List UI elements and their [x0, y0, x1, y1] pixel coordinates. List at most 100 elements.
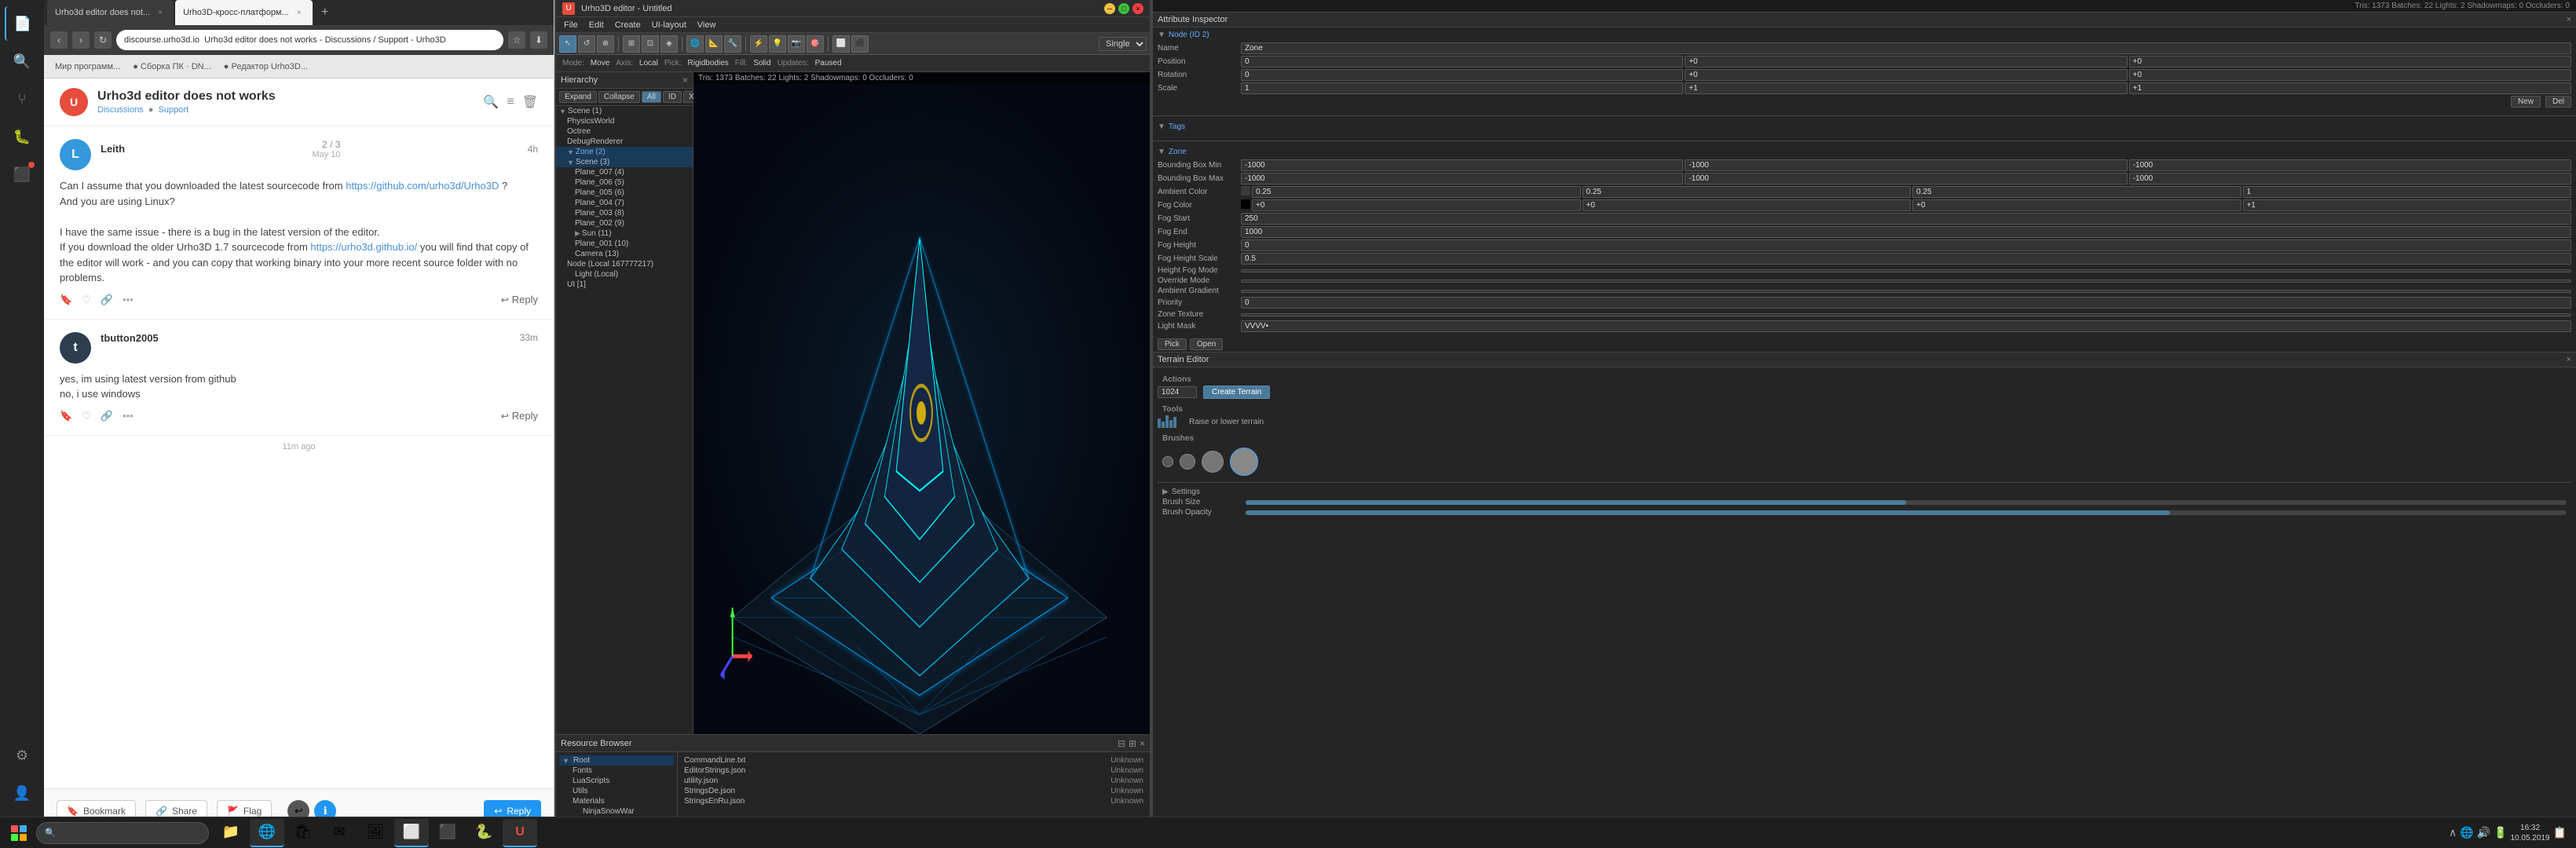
zone-bbox-min-x[interactable]: -1000 — [1241, 159, 1683, 171]
tab-1[interactable]: Urho3D-кросс-платформ... × — [175, 0, 313, 25]
res-lua[interactable]: LuaScripts — [559, 776, 674, 786]
zone-fog-height-value[interactable]: 0 — [1241, 239, 2571, 251]
taskbar-photos[interactable]: 🖼 — [358, 819, 393, 847]
tags-expand-icon[interactable]: ▼ — [1158, 122, 1165, 131]
terrain-editor-close[interactable]: × — [2567, 355, 2571, 364]
toolbar-scale-btn[interactable]: ⊕ — [597, 35, 614, 53]
hierarchy-close[interactable]: × — [682, 75, 688, 86]
brush-1[interactable] — [1162, 456, 1173, 467]
brush-opacity-slider[interactable] — [1246, 510, 2567, 515]
zone-expand-icon[interactable]: ▼ — [1158, 148, 1165, 156]
tree-node-local[interactable]: Node (Local 167777217) — [556, 259, 693, 269]
menu-ui-layout[interactable]: UI-layout — [647, 20, 691, 31]
file-2[interactable]: EditorStrings.json Unknown — [681, 766, 1147, 776]
file-3[interactable]: utility.json Unknown — [681, 776, 1147, 786]
post-2-heart[interactable]: ♡ — [82, 410, 91, 422]
close-button[interactable]: × — [1132, 3, 1143, 14]
taskbar-store[interactable]: 🛍 — [286, 819, 320, 847]
pick-button[interactable]: Pick — [1158, 338, 1187, 350]
post-1-more[interactable]: ••• — [123, 294, 134, 305]
zone-height-fog-mode-value[interactable] — [1241, 269, 2571, 272]
search-icon[interactable]: 🔍 — [483, 94, 499, 110]
post-2-reply-button[interactable]: ↩ Reply — [501, 410, 538, 422]
zone-ambient-b[interactable]: 0.25 — [1912, 186, 2241, 198]
node-rot-x[interactable]: 0 — [1241, 69, 1683, 81]
node-pos-z[interactable]: +0 — [2129, 56, 2571, 68]
zone-fog-a[interactable]: +1 — [2243, 199, 2572, 211]
zone-bbox-max-z[interactable]: -1000 — [2129, 173, 2571, 185]
post-2-more[interactable]: ••• — [123, 410, 134, 422]
tree-scene-3[interactable]: ▼ Scene (3) — [556, 157, 693, 167]
taskbar-vscode[interactable]: ⬜ — [394, 819, 429, 847]
file-5[interactable]: StringsEnRu.json Unknown — [681, 796, 1147, 806]
address-input[interactable] — [116, 30, 503, 50]
zone-bbox-min-z[interactable]: -1000 — [2129, 159, 2571, 171]
node-scale-x[interactable]: 1 — [1241, 82, 1683, 94]
node-del-button[interactable]: Del — [2545, 96, 2571, 108]
menu-edit[interactable]: Edit — [584, 20, 609, 31]
axis-value[interactable]: Local — [639, 59, 658, 68]
zone-priority-value[interactable]: 0 — [1241, 297, 2571, 309]
tree-plane005[interactable]: Plane_005 (6) — [556, 188, 693, 198]
tray-network-icon[interactable]: 🌐 — [2460, 826, 2473, 839]
zone-ambient-r[interactable]: 0.25 — [1252, 186, 1581, 198]
toolbar-btn-7[interactable]: 🌐 — [686, 35, 704, 53]
pick-value[interactable]: Rigidbodies — [688, 59, 729, 68]
post-1-bookmark[interactable]: 🔖 — [60, 294, 72, 306]
tray-notification-icon[interactable]: 📋 — [2553, 826, 2567, 839]
brush-size-slider[interactable] — [1246, 500, 2567, 505]
tree-plane004[interactable]: Plane_004 (7) — [556, 198, 693, 208]
taskbar-browser-app[interactable]: 🌐 — [250, 819, 284, 847]
maximize-button[interactable]: □ — [1118, 3, 1129, 14]
toolbar-btn-14[interactable]: ⬜ — [832, 35, 850, 53]
tab-0-close[interactable]: × — [155, 7, 166, 18]
post-2-bookmark[interactable]: 🔖 — [60, 410, 72, 422]
zone-light-mask-value[interactable]: VVVV• — [1241, 320, 2571, 332]
zone-texture-value[interactable] — [1241, 313, 2571, 316]
all-button[interactable]: All — [642, 91, 661, 103]
zone-fog-b[interactable]: +0 — [1912, 199, 2241, 211]
taskbar-mail[interactable]: ✉ — [322, 819, 357, 847]
toolbar-rotate-btn[interactable]: ↺ — [578, 35, 595, 53]
breadcrumb-support[interactable]: Support — [159, 105, 189, 115]
zone-fog-g[interactable]: +0 — [1583, 199, 1912, 211]
expand-button[interactable]: Expand — [559, 91, 597, 103]
node-rot-y[interactable]: +0 — [1685, 69, 2127, 81]
sidebar-account-icon[interactable]: 👤 — [5, 776, 39, 810]
tree-plane002[interactable]: Plane_002 (9) — [556, 218, 693, 228]
toolbar-build-item[interactable]: ● Сборка ПК · DN... — [128, 60, 216, 73]
post-1-link[interactable]: 🔗 — [101, 294, 113, 306]
node-new-button[interactable]: New — [2511, 96, 2541, 108]
tray-volume-icon[interactable]: 🔊 — [2477, 826, 2490, 839]
taskbar-python[interactable]: 🐍 — [467, 819, 501, 847]
node-rot-z[interactable]: +0 — [2129, 69, 2571, 81]
download-button[interactable]: ⬇ — [530, 31, 547, 49]
attr-inspector-close[interactable]: × — [2567, 15, 2571, 24]
post-2-link[interactable]: 🔗 — [101, 410, 113, 422]
toolbar-btn-12[interactable]: 📷 — [788, 35, 805, 53]
tray-battery-icon[interactable]: 🔋 — [2494, 826, 2507, 839]
sidebar-git-icon[interactable]: ⑂ — [5, 82, 39, 116]
tree-plane006[interactable]: Plane_006 (5) — [556, 177, 693, 188]
create-terrain-button[interactable]: Create Terrain — [1203, 386, 1270, 399]
fill-value[interactable]: Solid — [753, 59, 770, 68]
viewport-area[interactable]: Tris: 1373 Batches: 22 Lights: 2 Shadowm… — [693, 72, 1150, 734]
res-ninja[interactable]: NinjaSnowWar — [559, 806, 674, 817]
zone-bbox-max-y[interactable]: -1000 — [1685, 173, 2127, 185]
toolbar-btn-11[interactable]: 💡 — [769, 35, 786, 53]
tree-debug[interactable]: DebugRenderer — [556, 137, 693, 147]
resource-close[interactable]: × — [1140, 738, 1145, 749]
tree-physics[interactable]: PhysicsWorld — [556, 116, 693, 126]
menu-file[interactable]: File — [559, 20, 583, 31]
zone-ambient-gradient-value[interactable] — [1241, 290, 2571, 293]
toolbar-btn-4[interactable]: ⊞ — [623, 35, 640, 53]
file-4[interactable]: StringsDe.json Unknown — [681, 786, 1147, 796]
post-1-link-2[interactable]: https://urho3d.github.io/ — [310, 241, 417, 253]
tray-up-arrow[interactable]: ∧ — [2449, 826, 2457, 839]
zone-fog-end-value[interactable]: 1000 — [1241, 226, 2571, 238]
zone-bbox-min-y[interactable]: -1000 — [1685, 159, 2127, 171]
sidebar-extensions-icon[interactable]: ⬛ — [5, 157, 39, 192]
toolbar-btn-5[interactable]: ⊡ — [642, 35, 659, 53]
tree-plane007[interactable]: Plane_007 (4) — [556, 167, 693, 177]
tree-light-local[interactable]: Light (Local) — [556, 269, 693, 280]
